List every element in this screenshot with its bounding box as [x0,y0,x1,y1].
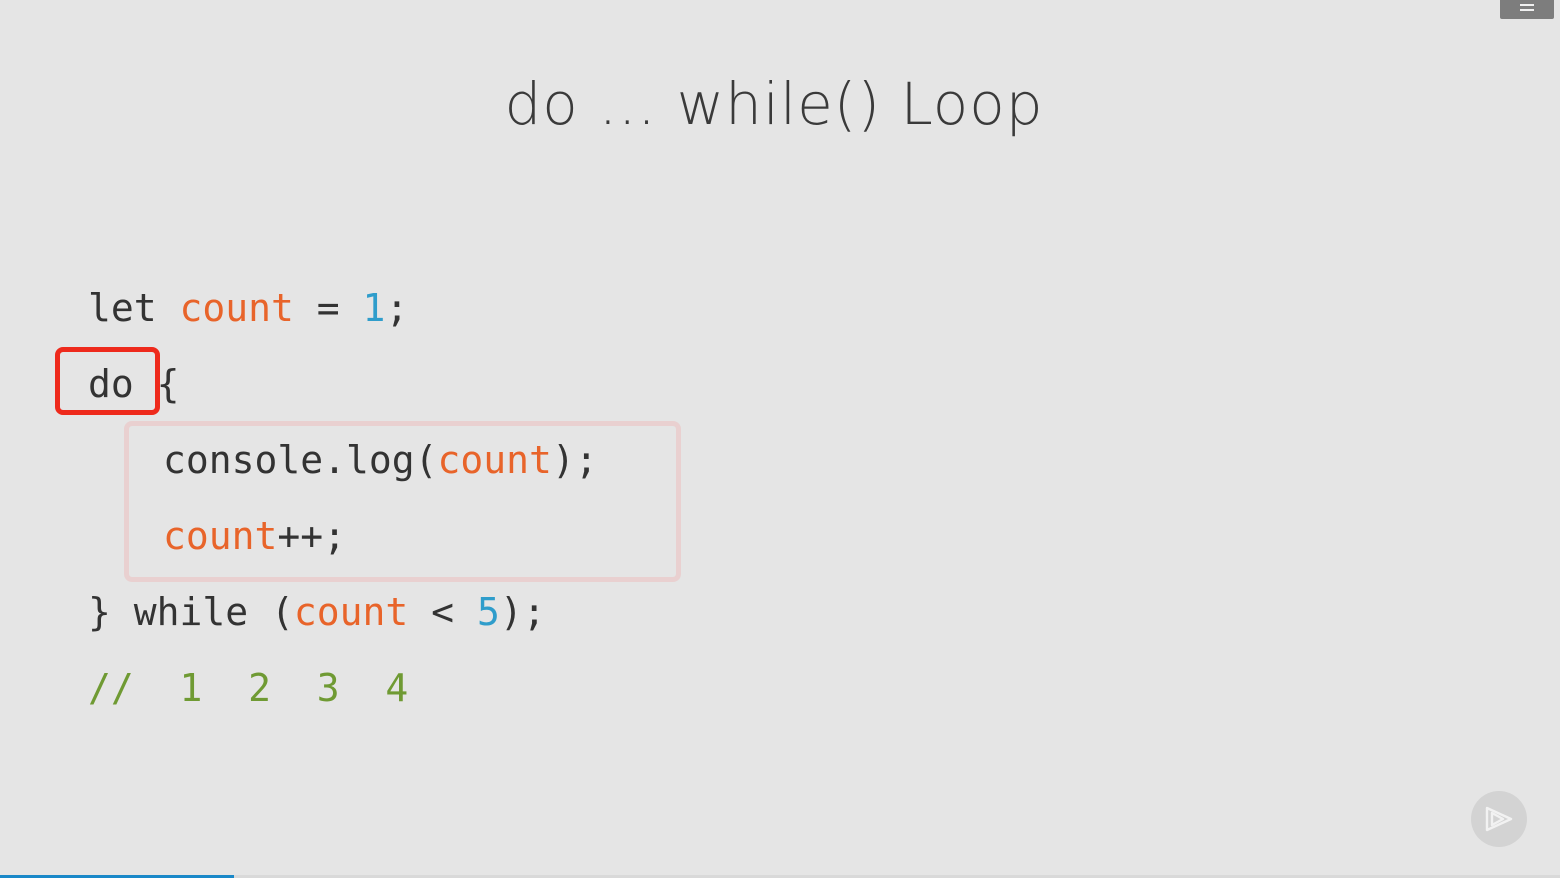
code-variable: count [293,590,409,634]
play-logo-graphic [1485,806,1513,832]
code-variable: count [179,286,294,330]
code-operator: < [408,590,477,634]
menu-button[interactable] [1500,0,1554,19]
code-line-3: console.log(count); [163,438,598,482]
code-operator: = [293,286,363,330]
slide-title: do … while() Loop [504,70,1044,138]
code-keyword: } while ( [88,590,294,634]
code-line-1: let count = 1; [88,286,408,330]
code-comment-output: // 1 2 3 4 [88,666,409,710]
code-punctuation: ; [385,286,409,330]
code-number: 1 [362,286,386,330]
code-variable: count [163,514,278,558]
code-operator: ++; [277,514,347,558]
code-brace: { [156,362,180,406]
code-punctuation: ); [551,438,598,482]
hamburger-menu-icon-bar [1520,9,1534,11]
code-call: console.log( [163,438,438,482]
code-line-4: count++; [163,514,346,558]
code-line-2: do { [88,362,180,406]
code-keyword-do: do [88,362,157,406]
slide-canvas: do … while() Loop let count = 1; do { co… [0,0,1560,878]
code-keyword: let [88,286,180,330]
code-number: 5 [476,590,500,634]
code-punctuation: ); [499,590,546,634]
code-variable: count [437,438,552,482]
pluralsight-play-icon[interactable] [1471,791,1527,847]
code-line-5: } while (count < 5); [88,590,546,634]
hamburger-menu-icon [1520,4,1534,6]
